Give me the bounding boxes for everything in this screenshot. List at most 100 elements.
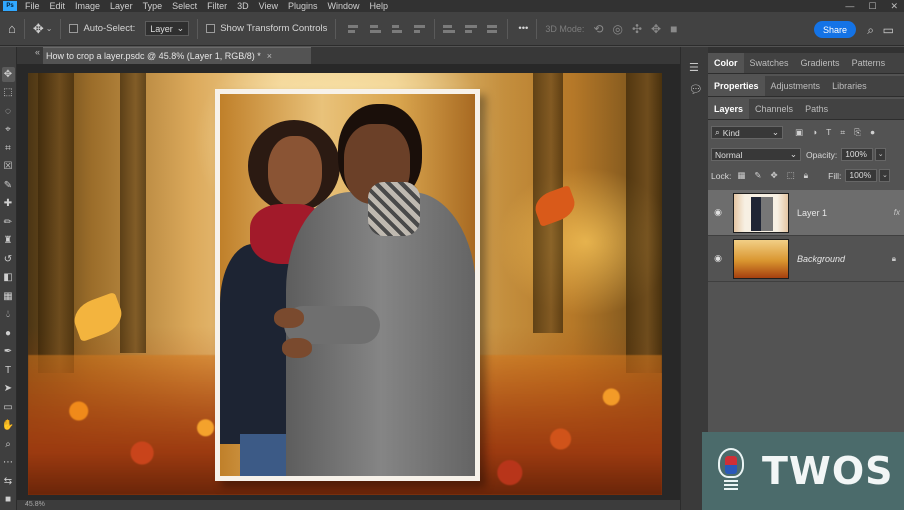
tab-properties[interactable]: Properties (708, 76, 765, 96)
quick-select-tool-icon[interactable]: ⌖ (2, 123, 15, 138)
layer-1-photo[interactable] (215, 89, 480, 481)
3d-pan-icon[interactable]: ✣ (632, 22, 642, 36)
expand-panel-icon[interactable]: « (35, 47, 40, 57)
dodge-tool-icon[interactable]: ● (2, 326, 15, 341)
align-right-icon[interactable] (465, 23, 478, 35)
layer-row-layer-1[interactable]: ◉ Layer 1 fx (708, 190, 904, 236)
auto-select-checkbox[interactable] (69, 24, 79, 33)
menu-image[interactable]: Image (70, 0, 105, 12)
3d-roll-icon[interactable]: ◎ (612, 22, 622, 36)
show-transform-checkbox[interactable] (206, 24, 216, 33)
opacity-input[interactable]: 100% (841, 148, 874, 161)
menu-edit[interactable]: Edit (45, 0, 71, 12)
comments-icon[interactable]: 💬︎ (689, 83, 703, 96)
align-top-icon[interactable] (348, 23, 360, 35)
artboard-tool-icon[interactable]: ⬚ (2, 86, 15, 101)
lock-all-icon[interactable]: 🔒︎ (804, 170, 809, 181)
eye-icon[interactable]: ◉ (708, 207, 728, 218)
tab-libraries[interactable]: Libraries (826, 76, 873, 96)
gradient-tool-icon[interactable]: ▦ (2, 289, 15, 304)
zoom-tool-icon[interactable]: ⌕ (2, 437, 15, 452)
filter-shape-icon[interactable]: ⌗ (840, 127, 845, 138)
blur-tool-icon[interactable]: 💧︎ (2, 308, 15, 323)
align-left-icon[interactable] (414, 23, 426, 35)
search-icon[interactable]: ⌕ (867, 23, 874, 38)
path-selection-tool-icon[interactable]: ➤ (2, 382, 15, 397)
3d-camera-icon[interactable]: ■ (670, 22, 677, 36)
move-tool-icon[interactable]: ✥ (1, 67, 15, 82)
menu-view[interactable]: View (254, 0, 283, 12)
filter-pixel-icon[interactable]: ▣ (795, 127, 803, 138)
tab-color[interactable]: Color (708, 53, 744, 73)
menu-3d[interactable]: 3D (232, 0, 254, 12)
tab-swatches[interactable]: Swatches (744, 53, 795, 73)
clone-stamp-tool-icon[interactable]: ♜ (2, 234, 15, 249)
fill-chevron-icon[interactable]: ⌄ (879, 169, 891, 182)
lock-position-icon[interactable]: ✥ (770, 170, 777, 181)
close-tab-icon[interactable]: × (267, 51, 272, 61)
tab-paths[interactable]: Paths (799, 99, 834, 119)
menu-type[interactable]: Type (138, 0, 168, 12)
lasso-tool-icon[interactable]: ◌ (2, 104, 15, 119)
rectangle-tool-icon[interactable]: ▭ (2, 400, 15, 415)
hand-tool-icon[interactable]: ✋ (2, 419, 15, 434)
filter-type-icon[interactable]: T (826, 127, 831, 138)
more-tools-icon[interactable]: ⋯ (2, 456, 15, 471)
menu-file[interactable]: File (20, 0, 45, 12)
workspace-icon[interactable]: ▭ (883, 23, 894, 37)
close-window-icon[interactable]: ✕ (890, 0, 898, 12)
share-button[interactable]: Share (814, 21, 856, 38)
document-canvas[interactable] (28, 73, 662, 495)
align-center-icon[interactable] (443, 23, 456, 35)
history-brush-tool-icon[interactable]: ↺ (2, 252, 15, 267)
history-icon[interactable]: ☰ (689, 61, 702, 74)
fill-input[interactable]: 100% (845, 169, 878, 182)
3d-orbit-icon[interactable]: ⟲ (593, 22, 603, 36)
lock-artboard-icon[interactable]: ⬚ (787, 170, 795, 181)
menu-plugins[interactable]: Plugins (283, 0, 323, 12)
auto-select-target-dropdown[interactable]: Layer ⌄ (145, 21, 190, 36)
eye-icon[interactable]: ◉ (708, 253, 728, 264)
filter-toggle-icon[interactable]: ● (870, 127, 875, 138)
eyedropper-tool-icon[interactable]: ✎ (2, 178, 15, 193)
type-tool-icon[interactable]: T (2, 363, 15, 378)
layer-filter-dropdown[interactable]: ⌕ Kind ⌄ (711, 126, 783, 139)
healing-brush-tool-icon[interactable]: ✚ (2, 197, 15, 212)
menu-select[interactable]: Select (167, 0, 202, 12)
lock-icon[interactable]: 🔒︎ (892, 254, 896, 264)
menu-filter[interactable]: Filter (202, 0, 232, 12)
maximize-icon[interactable]: ☐ (868, 0, 876, 12)
tab-layers[interactable]: Layers (708, 99, 750, 119)
filter-adjustment-icon[interactable]: ◑ (812, 127, 817, 138)
brush-tool-icon[interactable]: ✏ (2, 215, 15, 230)
menu-layer[interactable]: Layer (105, 0, 138, 12)
menu-help[interactable]: Help (365, 0, 394, 12)
align-middle-icon[interactable] (370, 23, 382, 35)
move-tool-icon[interactable]: ✥ (33, 21, 44, 37)
align-bottom-icon[interactable] (392, 23, 404, 35)
minimize-icon[interactable]: — (845, 0, 854, 12)
document-tab[interactable]: How to crop a layer.psdc @ 45.8% (Layer … (43, 47, 311, 64)
opacity-chevron-icon[interactable]: ⌄ (875, 148, 887, 161)
menu-window[interactable]: Window (323, 0, 365, 12)
foreground-color-swatch[interactable]: ■ (2, 493, 15, 508)
tab-channels[interactable]: Channels (749, 99, 799, 119)
home-icon[interactable]: ⌂ (8, 21, 16, 36)
more-options-button[interactable]: ••• (518, 23, 528, 34)
filter-smart-object-icon[interactable]: ⎘ (854, 127, 861, 138)
3d-slide-icon[interactable]: ✥ (651, 22, 661, 36)
crop-tool-icon[interactable]: ⌗ (2, 141, 15, 156)
lock-image-icon[interactable]: ✎ (754, 170, 761, 181)
blend-mode-dropdown[interactable]: Normal ⌄ (711, 148, 801, 161)
tab-patterns[interactable]: Patterns (846, 53, 892, 73)
canvas-area[interactable] (17, 64, 680, 500)
frame-tool-icon[interactable]: ☒ (2, 160, 15, 175)
chevron-down-icon[interactable]: ⌄ (46, 24, 53, 33)
layer-row-background[interactable]: ◉ Background 🔒︎ (708, 236, 904, 282)
tab-adjustments[interactable]: Adjustments (765, 76, 827, 96)
distribute-icon[interactable] (487, 23, 499, 35)
pen-tool-icon[interactable]: ✒ (2, 345, 15, 360)
lock-transparent-icon[interactable]: ▦ (737, 170, 745, 181)
eraser-tool-icon[interactable]: ◧ (2, 271, 15, 286)
fx-icon[interactable]: fx (894, 208, 900, 217)
